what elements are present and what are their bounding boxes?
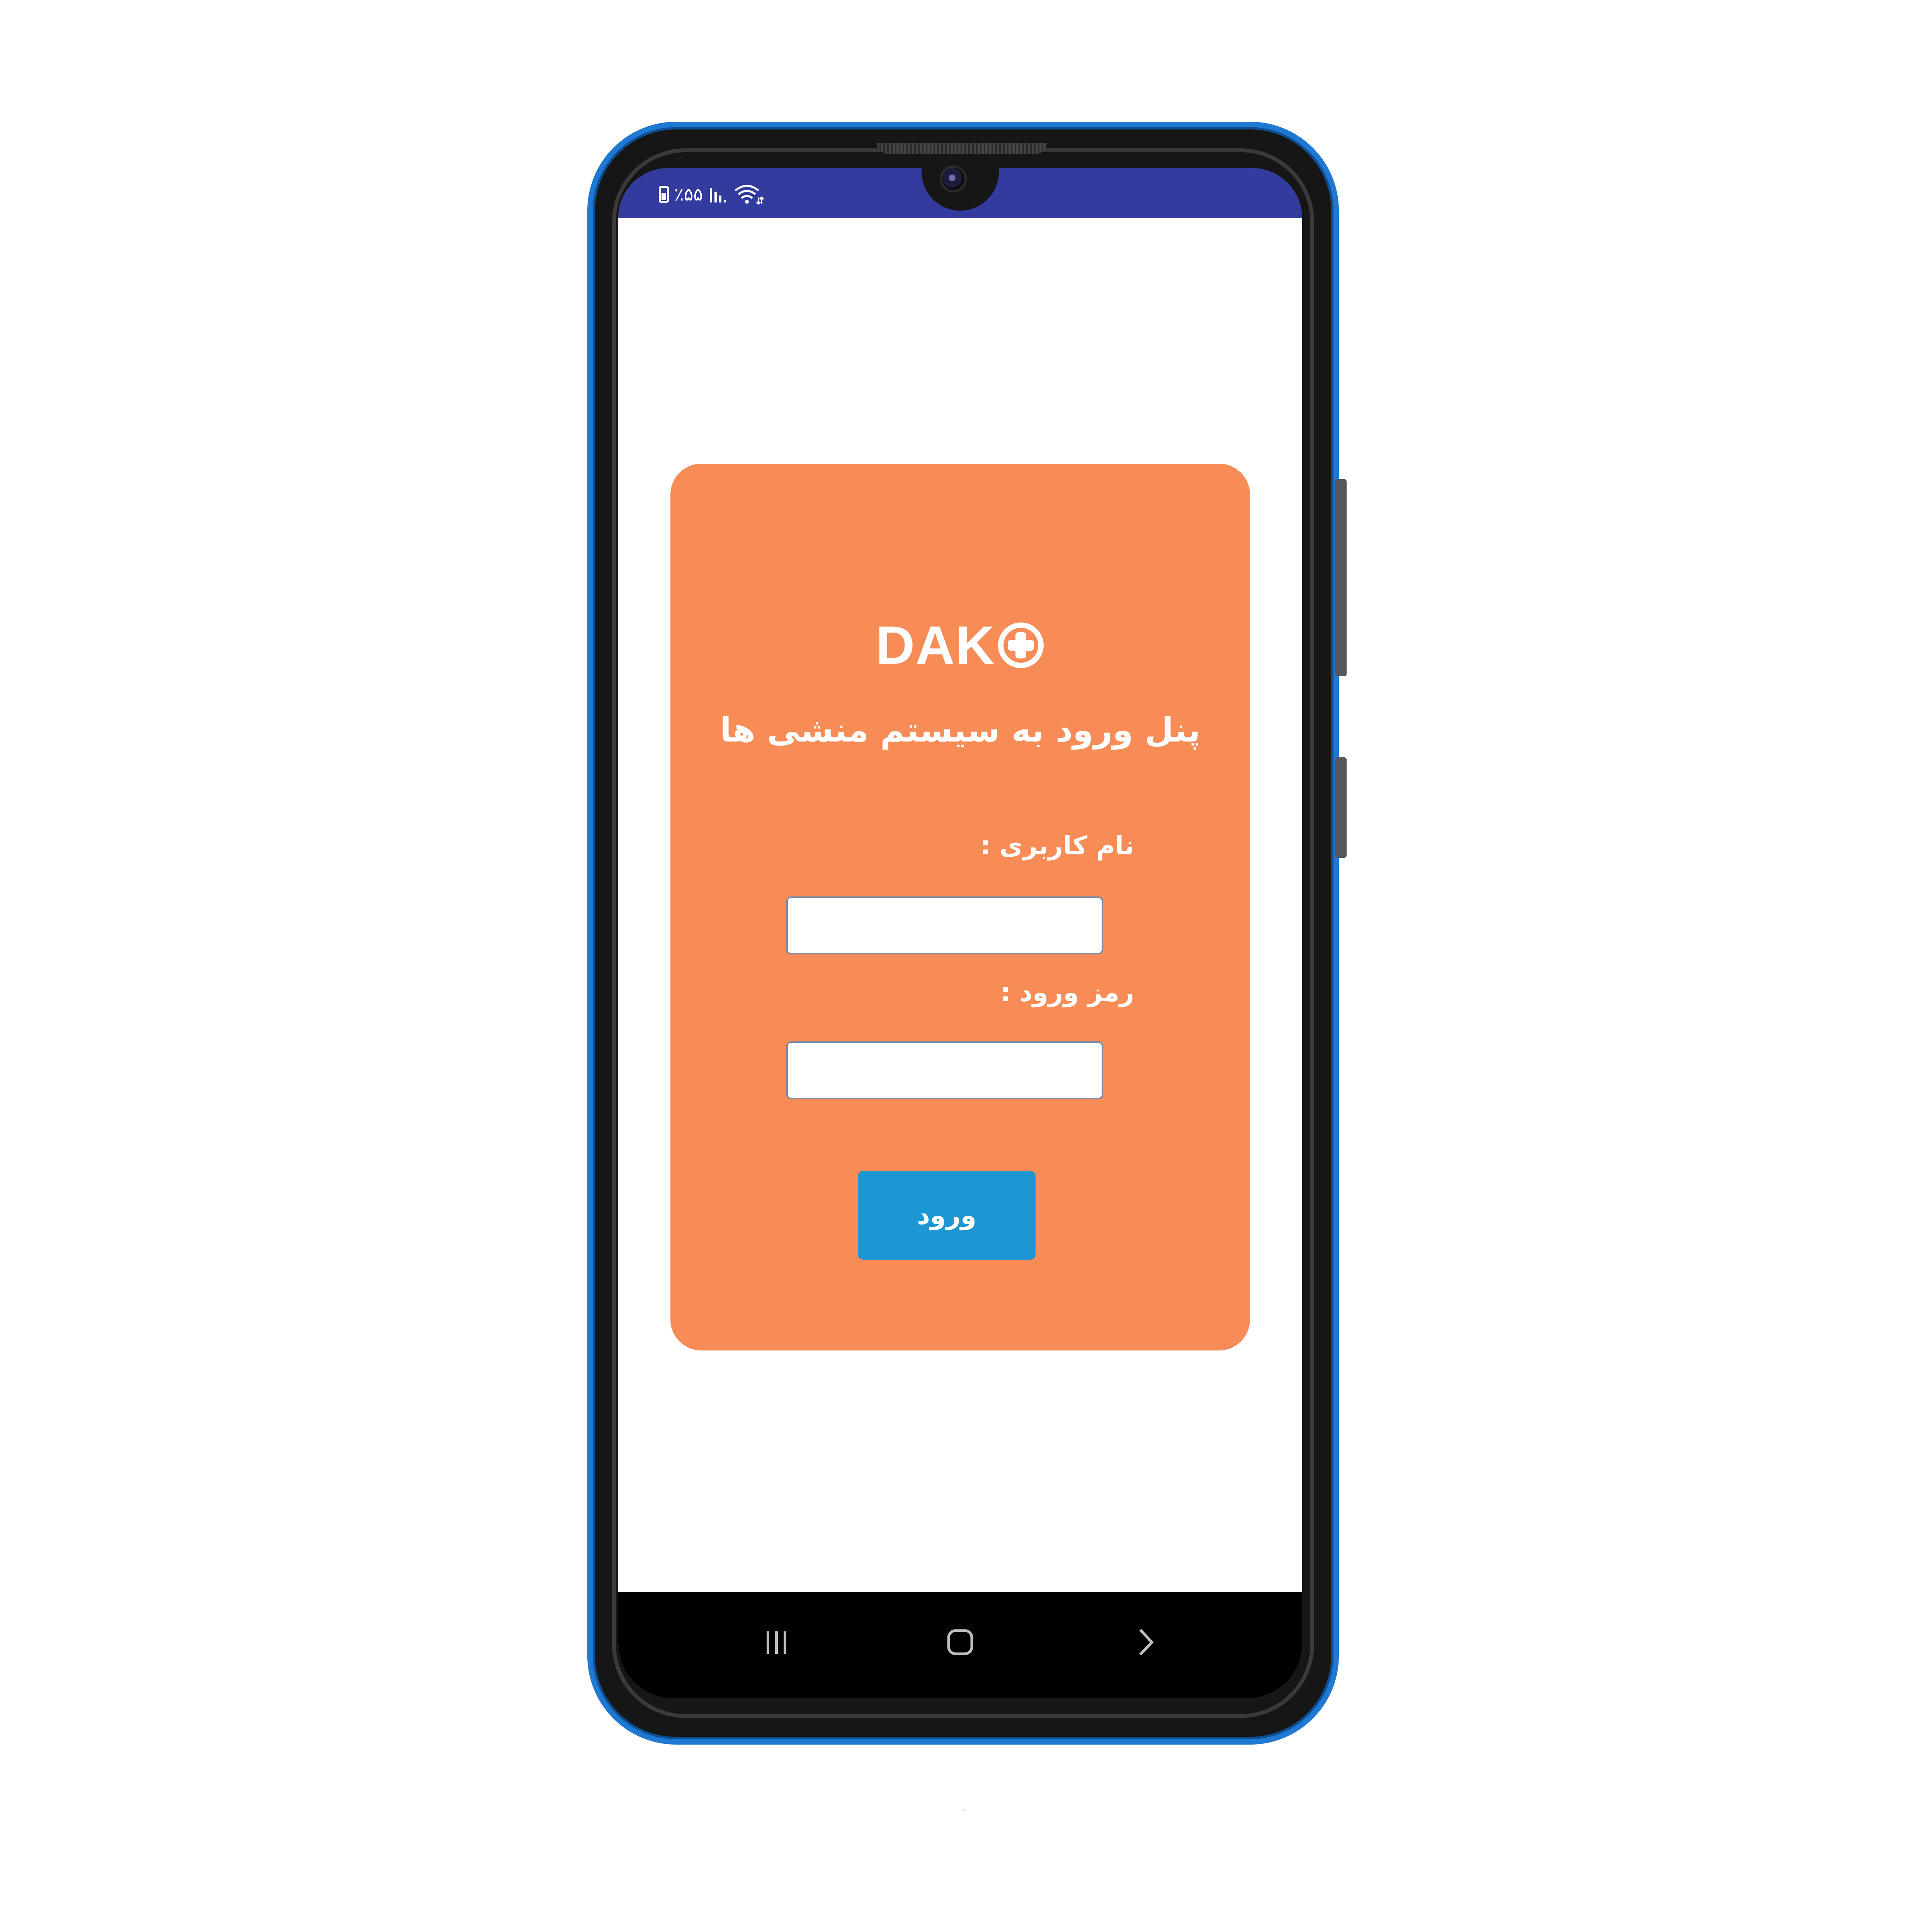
password-label: رمز ورود : (1000, 978, 1134, 1007)
battery-icon (659, 186, 669, 203)
speaker-grill (877, 143, 1047, 154)
front-camera (940, 165, 967, 192)
medical-cross-circle-icon (998, 622, 1044, 668)
logo-text: DAK (876, 615, 995, 675)
password-input[interactable] (786, 1041, 1103, 1099)
phone-screen: ٪۵۵ DAK پنل ورود به سیستم منشی ها نام کا… (618, 168, 1302, 1698)
power-button (1335, 757, 1347, 858)
home-icon (947, 1629, 973, 1655)
recents-button[interactable] (750, 1615, 804, 1669)
stage: ٪۵۵ DAK پنل ورود به سیستم منشی ها نام کا… (0, 0, 1932, 1932)
login-title: پنل ورود به سیستم منشی ها (720, 711, 1201, 750)
battery-percent: ٪۵۵ (674, 184, 703, 205)
recents-icon (767, 1631, 786, 1654)
volume-button (1335, 479, 1347, 676)
login-button[interactable]: ورود (858, 1171, 1036, 1260)
back-icon (1139, 1629, 1154, 1656)
wifi-icon (733, 184, 764, 205)
status-indicators: ٪۵۵ (659, 183, 764, 206)
home-button[interactable] (933, 1615, 987, 1669)
navigation-bar (618, 1592, 1302, 1698)
username-input[interactable] (786, 896, 1103, 954)
dot-mark (963, 1809, 964, 1811)
username-label: نام کاربری : (980, 831, 1134, 861)
login-card: DAK پنل ورود به سیستم منشی ها نام کاربری… (670, 464, 1250, 1350)
signal-icon (708, 185, 728, 204)
logo: DAK (670, 616, 1250, 674)
back-button[interactable] (1119, 1615, 1173, 1669)
